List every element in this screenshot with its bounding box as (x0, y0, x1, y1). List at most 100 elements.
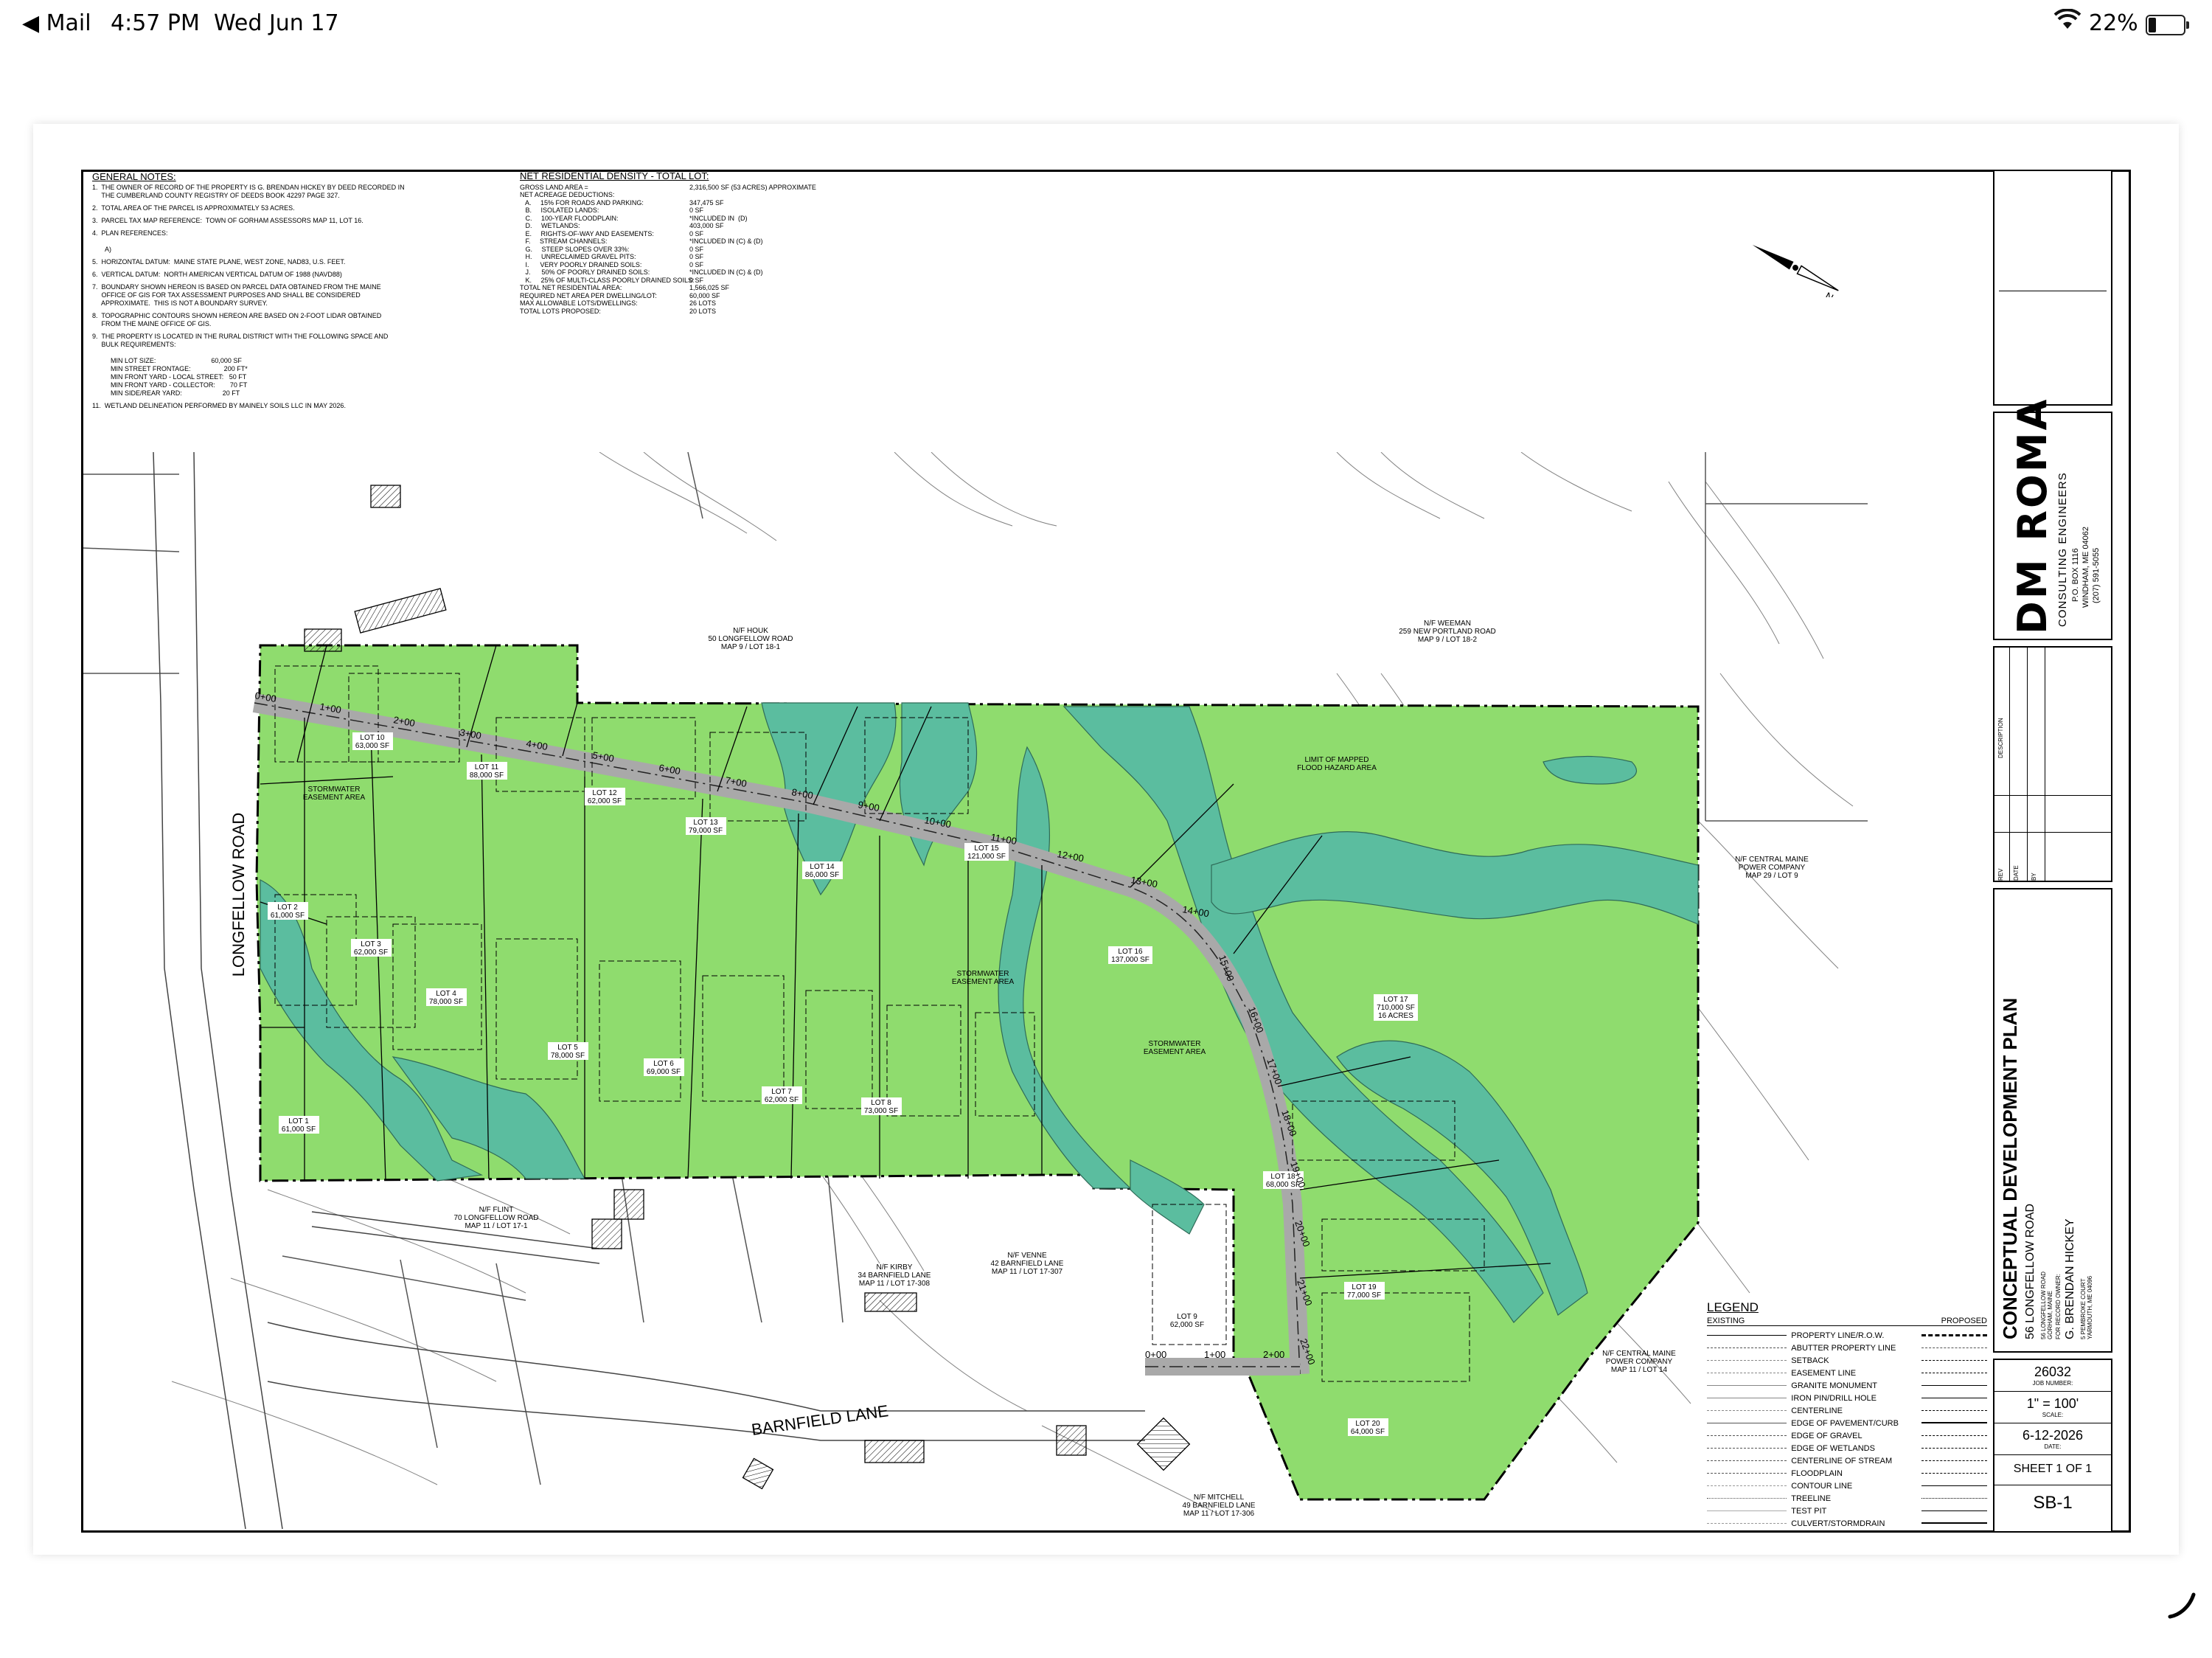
legend-existing-symbol (1707, 1522, 1787, 1525)
svg-text:LOT 2: LOT 2 (277, 903, 298, 912)
legend-item-label: CONTOUR LINE (1791, 1481, 1853, 1491)
svg-text:STORMWATER: STORMWATER (308, 785, 361, 794)
svg-text:62,000 SF: 62,000 SF (765, 1096, 799, 1104)
svg-text:LOT 16: LOT 16 (1118, 948, 1143, 956)
station-label: 1+00 (1204, 1349, 1225, 1360)
back-to-mail-button[interactable]: ◀ Mail (22, 10, 91, 36)
legend-existing-header: EXISTING (1707, 1317, 1745, 1325)
svg-text:N/F HOUK: N/F HOUK (733, 627, 768, 635)
density-row-value: 26 LOTS (689, 299, 717, 307)
density-row-value: 0 SF (689, 253, 704, 260)
svg-text:N/F CENTRAL MAINE: N/F CENTRAL MAINE (1735, 856, 1809, 864)
firm-town: WINDHAM, ME 04062 (2081, 526, 2090, 608)
density-row-label: GROSS LAND AREA = (520, 183, 588, 191)
svg-text:MAP 9 / LOT 18-1: MAP 9 / LOT 18-1 (721, 643, 781, 651)
density-row-label: J. 50% OF POORLY DRAINED SOILS: (520, 268, 650, 276)
markup-pen-icon[interactable] (2164, 1586, 2201, 1623)
svg-text:STORMWATER: STORMWATER (1149, 1040, 1201, 1048)
density-row-value: *INCLUDED IN (C) & (D) (689, 237, 763, 245)
general-notes: GENERAL NOTES: 1. THE OWNER OF RECORD OF… (92, 172, 549, 414)
site-plan-map: LOT 161,000 SF LOT 261,000 SF LOT 362,00… (83, 452, 1868, 1529)
legend-existing-symbol (1707, 1372, 1787, 1374)
density-row: G. STEEP SLOPES OVER 33%: 0 SF (520, 246, 844, 254)
legend-proposed-symbol (1921, 1409, 1987, 1412)
density-row-value: 347,475 SF (689, 198, 724, 207)
legend-existing-symbol (1707, 1510, 1787, 1512)
svg-text:LOT 1: LOT 1 (288, 1117, 309, 1125)
svg-text:61,000 SF: 61,000 SF (282, 1125, 316, 1134)
legend-item-label: EDGE OF WETLANDS (1791, 1443, 1875, 1453)
legend-proposed-symbol (1921, 1485, 1987, 1487)
legend-item: GRANITE MONUMENT (1707, 1379, 1987, 1392)
svg-text:LOT 19: LOT 19 (1352, 1283, 1377, 1291)
legend-proposed-symbol (1921, 1372, 1987, 1374)
svg-text:73,000 SF: 73,000 SF (864, 1107, 898, 1115)
legend-existing-symbol (1707, 1347, 1787, 1349)
sheet-of: SHEET 1 OF 1 (1994, 1455, 2111, 1485)
legend-proposed-symbol (1921, 1384, 1987, 1387)
abutter-houk-label: N/F HOUK50 LONGFELLOW ROADMAP 9 / LOT 18… (708, 627, 793, 651)
drawing-sheet: GENERAL NOTES: 1. THE OWNER OF RECORD OF… (33, 124, 2179, 1555)
legend-item-label: CENTERLINE OF STREAM (1791, 1456, 1893, 1466)
date-value: 6-12-2026 (2022, 1428, 2084, 1443)
density-row: F. STREAM CHANNELS: *INCLUDED IN (C) & (D… (520, 237, 844, 246)
legend-item: EDGE OF PAVEMENT/CURB (1707, 1417, 1987, 1429)
net-density-table: NET RESIDENTIAL DENSITY - TOTAL LOT: GRO… (520, 170, 844, 315)
svg-text:LIMIT OF MAPPED: LIMIT OF MAPPED (1304, 756, 1368, 764)
firm-block: DM ROMA CONSULTING ENGINEERS P.O. BOX 11… (1993, 398, 2112, 640)
legend-existing-symbol (1707, 1497, 1787, 1499)
legend-item-label: TEST PIT (1791, 1506, 1827, 1516)
svg-text:49 BARNFIELD LANE: 49 BARNFIELD LANE (1183, 1502, 1256, 1510)
legend-item-label: ABUTTER PROPERTY LINE (1791, 1343, 1896, 1353)
svg-text:259 NEW PORTLAND ROAD: 259 NEW PORTLAND ROAD (1399, 628, 1496, 636)
svg-text:137,000 SF: 137,000 SF (1111, 956, 1150, 964)
svg-text:N/F CENTRAL MAINE: N/F CENTRAL MAINE (1602, 1350, 1676, 1358)
general-note: 6. VERTICAL DATUM: NORTH AMERICAN VERTIC… (92, 271, 342, 278)
svg-text:N/F VENNE: N/F VENNE (1007, 1252, 1047, 1260)
plan-location: 56 LONGFELLOW ROAD GORHAM, MAINE (2040, 1271, 2053, 1339)
job-number: 26032 (2034, 1364, 2072, 1379)
plan-title-block: CONCEPTUAL DEVELOPMENT PLAN 56 LONGFELLO… (1993, 888, 2112, 1353)
svg-text:LOT 11: LOT 11 (475, 763, 499, 771)
legend-proposed-header: PROPOSED (1941, 1317, 1987, 1325)
svg-text:MAP 11 / LOT 17-1: MAP 11 / LOT 17-1 (465, 1222, 527, 1230)
lot-label-13: LOT 1379,000 SF (686, 817, 726, 835)
svg-text:N/F MITCHELL: N/F MITCHELL (1194, 1494, 1245, 1502)
legend-existing-symbol (1707, 1435, 1787, 1437)
general-note: 5. HORIZONTAL DATUM: MAINE STATE PLANE, … (92, 258, 346, 266)
abutter-cmp-label-2: N/F CENTRAL MAINEPOWER COMPANYMAP 11 / L… (1602, 1350, 1676, 1374)
lot-label-2: LOT 261,000 SF (268, 902, 308, 920)
svg-text:LOT 12: LOT 12 (592, 789, 617, 797)
density-row-label: I. VERY POORLY DRAINED SOILS: (520, 260, 642, 268)
clock: 4:57 PM (111, 10, 200, 36)
density-title: NET RESIDENTIAL DENSITY - TOTAL LOT: (520, 170, 709, 181)
legend-existing-symbol (1707, 1334, 1787, 1336)
lot-label-10: LOT 1063,000 SF (352, 732, 393, 750)
density-row-label: TOTAL NET RESIDENTIAL AREA: (520, 284, 622, 291)
svg-text:MAP 29 / LOT 9: MAP 29 / LOT 9 (1745, 872, 1798, 880)
firm-po-box: P.O. BOX 1116 (2071, 548, 2080, 602)
firm-logo: DM ROMA (2009, 397, 2056, 634)
rev-label: REV (1997, 868, 2004, 881)
legend-item: EASEMENT LINE (1707, 1367, 1987, 1379)
svg-text:88,000 SF: 88,000 SF (470, 771, 504, 780)
legend-existing-symbol (1707, 1472, 1787, 1474)
density-row-value: 60,000 SF (689, 291, 720, 299)
svg-text:MAP 11 / LOT 17-308: MAP 11 / LOT 17-308 (859, 1280, 931, 1288)
density-row-value: 403,000 SF (689, 222, 724, 229)
legend-proposed-symbol (1921, 1510, 1987, 1512)
abutter-mitchell-label: N/F MITCHELL49 BARNFIELD LANEMAP 11 / LO… (1183, 1494, 1256, 1518)
density-row-value: 2,316,500 SF (53 ACRES) APPROXIMATE (689, 183, 816, 191)
svg-text:50 LONGFELLOW ROAD: 50 LONGFELLOW ROAD (708, 635, 793, 643)
svg-text:62,000 SF: 62,000 SF (588, 797, 622, 805)
density-row: K. 25% OF MULTI-CLASS POORLY DRAINED SOI… (520, 277, 844, 285)
plan-title: CONCEPTUAL DEVELOPMENT PLAN (1999, 997, 2021, 1339)
svg-text:MAP 11 / LOT 14: MAP 11 / LOT 14 (1611, 1366, 1668, 1374)
density-row-label: A. 15% FOR ROADS AND PARKING: (520, 198, 644, 207)
svg-text:LOT 8: LOT 8 (871, 1099, 891, 1107)
legend-existing-symbol (1707, 1359, 1787, 1362)
legend-proposed-symbol (1921, 1497, 1987, 1499)
owner-address: 5 PEMBROKE COURT YARMOUTH, ME 04096 (2080, 1275, 2093, 1339)
title-block-top-box (1993, 170, 2112, 406)
legend-existing-symbol (1707, 1409, 1787, 1412)
